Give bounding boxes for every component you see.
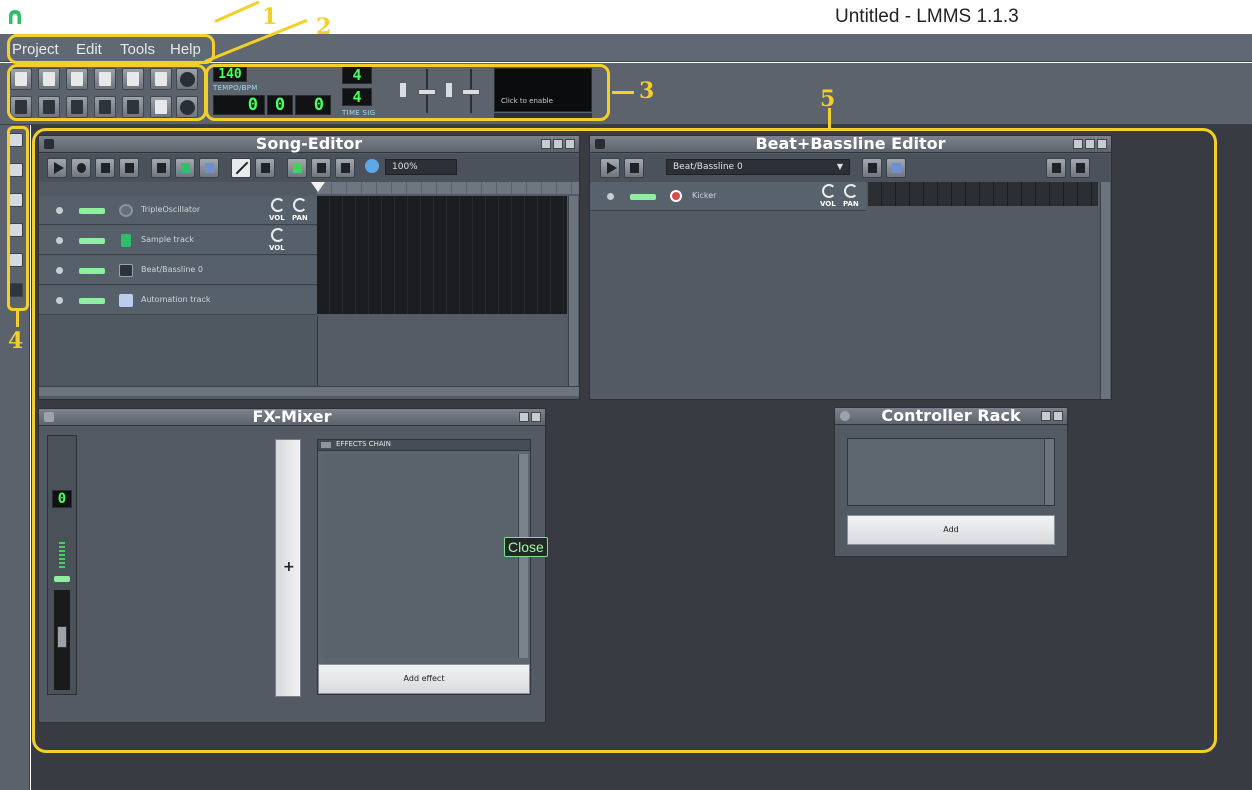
annotation-box-controls	[205, 64, 610, 121]
annotation-box-toolbar	[7, 64, 207, 121]
annotation-number-2: 2	[316, 14, 332, 40]
annotation-box-menu	[7, 34, 215, 64]
annotation-number-4: 4	[8, 328, 24, 354]
annotation-number-1: 1	[262, 4, 278, 30]
lmms-logo-icon	[9, 10, 21, 24]
annotation-number-3: 3	[639, 78, 655, 104]
annotation-box-workspace	[32, 128, 1217, 753]
annotation-box-sidebar	[7, 126, 29, 311]
window-titlebar: Untitled - LMMS 1.1.3	[0, 0, 1252, 34]
annotation-pointer-4	[16, 311, 19, 327]
annotation-number-5: 5	[820, 86, 836, 112]
window-title: Untitled - LMMS 1.1.3	[835, 6, 1019, 27]
annotation-pointer-3	[612, 91, 634, 94]
